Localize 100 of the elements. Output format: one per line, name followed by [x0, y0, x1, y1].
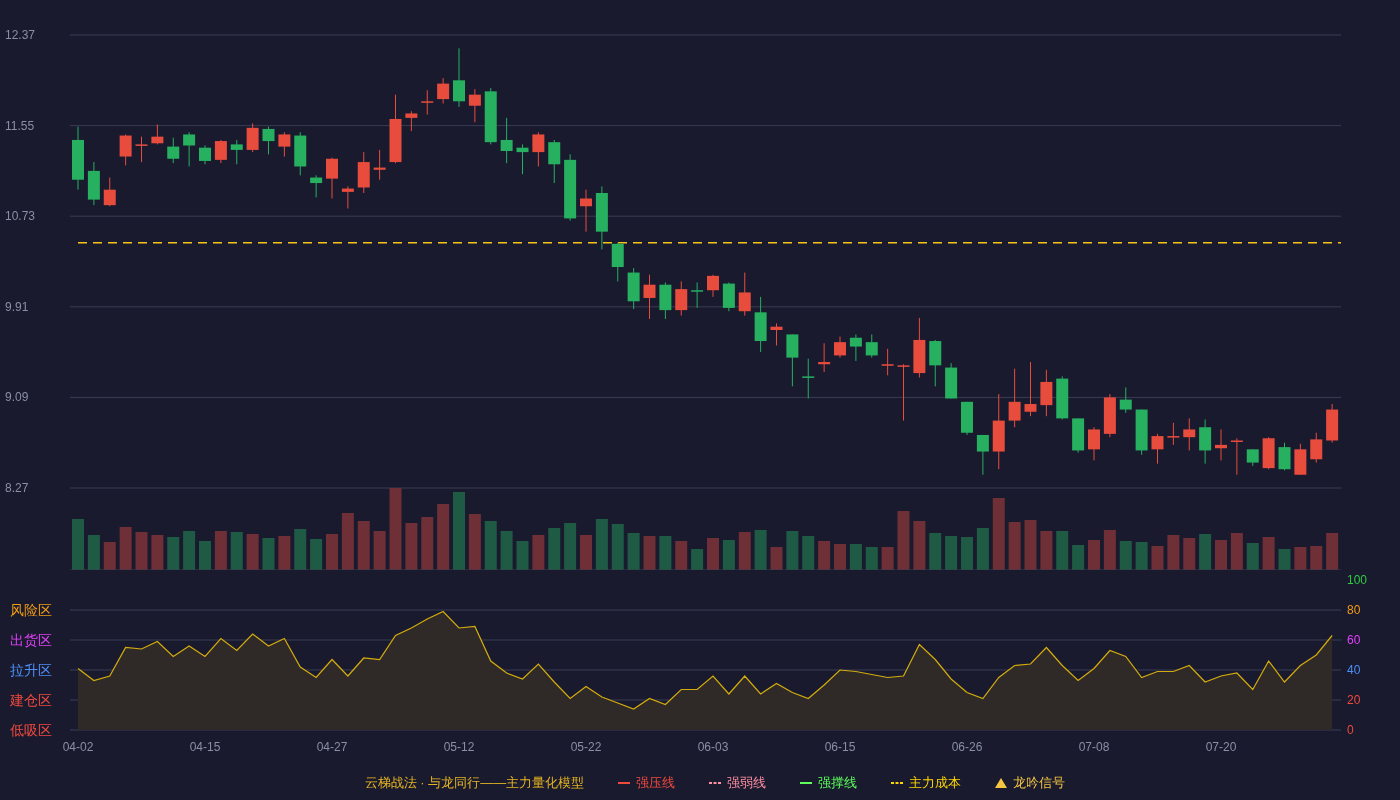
candlestick: [961, 401, 973, 436]
candlestick: [1183, 417, 1196, 451]
candlestick: [1230, 437, 1243, 476]
candlestick: [199, 145, 211, 165]
date-axis-label: 04-02: [62, 740, 94, 754]
candlestick: [484, 87, 497, 145]
candlestick: [437, 77, 450, 104]
volume-bar: [230, 532, 243, 570]
candlestick: [786, 333, 799, 387]
candlestick: [310, 174, 323, 198]
candlestick: [230, 139, 243, 165]
volume-bar: [849, 544, 862, 570]
volume-bar: [834, 544, 846, 570]
candlestick: [738, 272, 751, 317]
volume-bar: [1151, 546, 1164, 570]
candlestick: [246, 122, 259, 153]
candlestick: [183, 131, 196, 167]
candlestick: [151, 124, 164, 145]
candlestick: [881, 348, 894, 376]
volume-bar: [1167, 535, 1180, 570]
volume-bar: [468, 514, 481, 570]
candlestick: [818, 342, 831, 373]
volume-bar: [341, 513, 354, 570]
volume-bar: [183, 531, 196, 570]
candlestick: [580, 189, 592, 233]
candlestick: [691, 282, 704, 309]
volume-bar: [595, 519, 608, 570]
volume-bar: [961, 537, 973, 570]
volume-bar: [246, 534, 259, 570]
candlestick: [532, 131, 545, 167]
volume-bar: [214, 531, 227, 570]
volume-bar: [516, 541, 529, 570]
candlestick: [278, 131, 291, 158]
legend-label[interactable]: 主力成本: [909, 774, 962, 792]
legend-label[interactable]: 强弱线: [727, 774, 767, 792]
volume-bar: [405, 523, 418, 570]
zone-label: 建仓区: [10, 692, 52, 708]
candlestick: [1246, 448, 1259, 467]
candlestick: [548, 139, 561, 184]
volume-bar: [564, 523, 577, 570]
triangle-icon[interactable]: [995, 778, 1008, 788]
volume-bar: [643, 536, 656, 570]
volume-bar: [1040, 531, 1053, 570]
volume-bar: [1310, 546, 1323, 570]
candlestick: [103, 177, 116, 207]
volume-bar: [580, 535, 592, 570]
volume-bar: [1103, 530, 1116, 570]
volume-bar: [1199, 534, 1212, 570]
zone-label: 拉升区: [10, 662, 52, 678]
candlestick: [500, 117, 513, 164]
candlestick: [770, 322, 783, 346]
volume-bar: [913, 521, 926, 570]
volume-bar: [119, 527, 132, 570]
candlestick: [1199, 419, 1212, 465]
candlestick: [405, 110, 418, 132]
date-axis-label: 07-20: [1205, 740, 1237, 754]
price-axis-label: 9.91: [5, 299, 29, 314]
volume-bar: [484, 521, 497, 570]
volume-bar: [1056, 531, 1069, 570]
candlestick: [611, 242, 624, 282]
candlestick: [326, 157, 338, 199]
volume-bar: [818, 541, 831, 570]
legend-label[interactable]: 龙吟信号: [1013, 774, 1066, 792]
candlestick: [373, 149, 386, 181]
legend-label[interactable]: 强压线: [636, 774, 676, 792]
volume-bar: [865, 547, 878, 570]
volume-bar: [1135, 542, 1148, 570]
candlestick: [167, 137, 180, 164]
candlestick: [834, 336, 846, 359]
candlestick: [119, 133, 132, 166]
volume-bar: [437, 504, 450, 570]
volume-bar: [929, 533, 942, 570]
candlestick: [1151, 433, 1164, 465]
legend-label[interactable]: 强撑线: [818, 774, 858, 792]
volume-bar: [976, 528, 989, 570]
volume-bar: [881, 547, 894, 570]
volume-bar: [1008, 522, 1021, 570]
price-axis-label: 11.55: [5, 118, 35, 133]
candlestick: [707, 274, 719, 298]
date-axis-label: 05-22: [570, 740, 602, 754]
candlestick: [1215, 428, 1227, 461]
candlestick: [1103, 393, 1116, 438]
volume-bar: [294, 529, 307, 570]
candlestick: [1040, 369, 1053, 417]
candlestick: [913, 317, 926, 378]
volume-bar: [1119, 541, 1132, 570]
volume-bar: [262, 538, 275, 570]
candlestick: [1056, 375, 1069, 420]
oscillator-axis-label: 20: [1347, 693, 1361, 707]
volume-bar: [1326, 533, 1339, 570]
volume-bar: [897, 511, 910, 570]
volume-bar: [945, 536, 958, 570]
price-axis-label: 10.73: [5, 209, 36, 224]
candlestick: [849, 333, 862, 362]
zone-label: 低吸区: [10, 722, 52, 738]
candlestick: [1278, 442, 1291, 471]
volume-bar: [357, 521, 370, 570]
volume-bar: [802, 536, 815, 570]
volume-bar: [199, 541, 211, 570]
oscillator-axis-label: 60: [1347, 633, 1361, 647]
